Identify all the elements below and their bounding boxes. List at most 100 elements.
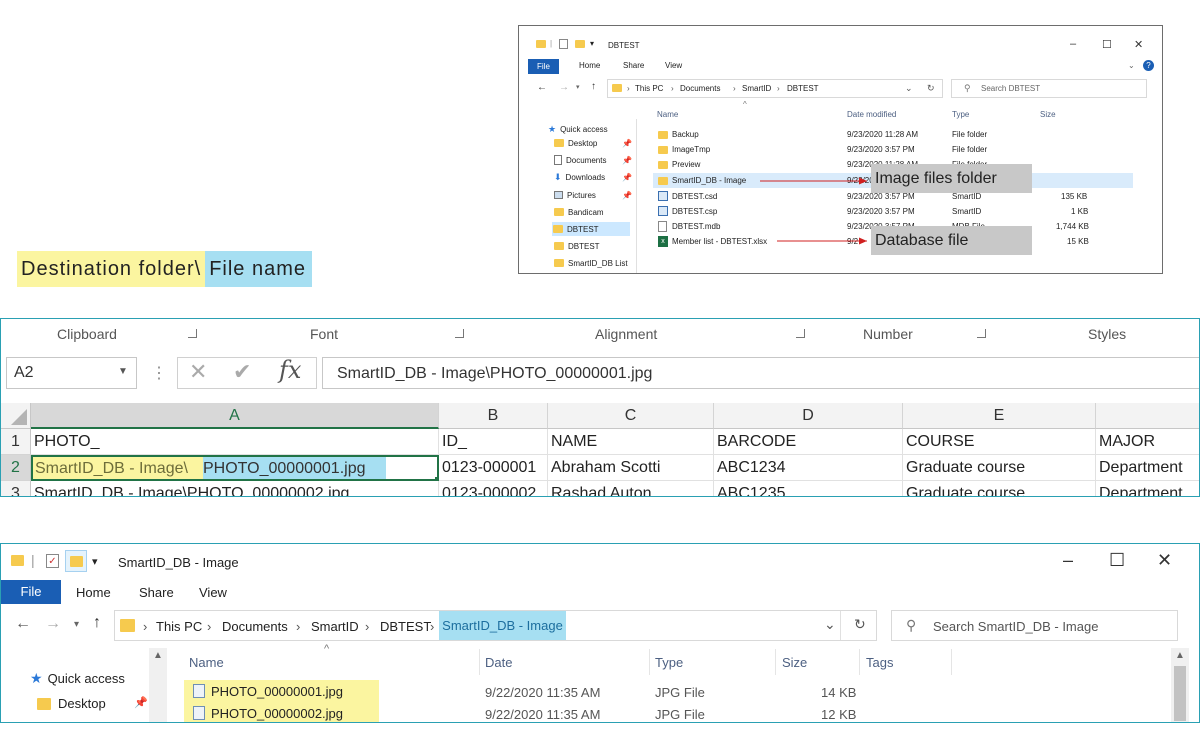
- cell-b2[interactable]: 0123-000001: [439, 455, 548, 481]
- column-header-b[interactable]: B: [439, 403, 548, 429]
- enter-check-icon[interactable]: ✔: [233, 359, 251, 385]
- column-size[interactable]: Size: [782, 655, 807, 670]
- nav-downloads[interactable]: ⬇ Downloads 📌: [554, 170, 632, 184]
- column-header-e[interactable]: E: [903, 403, 1096, 429]
- column-tags[interactable]: Tags: [866, 655, 893, 670]
- scrollbar-thumb[interactable]: [1174, 666, 1186, 721]
- nav-documents[interactable]: Documents 📌: [554, 153, 632, 167]
- tab-home[interactable]: Home: [579, 61, 600, 70]
- nav-dbtest-2[interactable]: DBTEST: [554, 239, 600, 253]
- row-header-3[interactable]: 3: [1, 481, 31, 496]
- column-header-c[interactable]: C: [548, 403, 714, 429]
- forward-arrow-icon[interactable]: →: [559, 82, 569, 93]
- refresh-icon[interactable]: ↻: [854, 616, 866, 633]
- file-row[interactable]: ImageTmp 9/23/2020 3:57 PM File folder: [653, 142, 1133, 157]
- recent-locations-icon[interactable]: ▾: [74, 619, 79, 630]
- breadcrumb-this-pc[interactable]: This PC: [635, 84, 663, 93]
- more-options-icon[interactable]: ⋮: [151, 363, 167, 383]
- cell-b3[interactable]: 0123-000002: [439, 481, 548, 496]
- cell-b1[interactable]: ID_: [439, 429, 548, 455]
- quick-access-toolbar-dropdown-icon[interactable]: ▾: [590, 39, 594, 48]
- row-header-1[interactable]: 1: [1, 429, 31, 455]
- dialog-launcher-icon[interactable]: [796, 329, 805, 338]
- quick-access-toolbar-dropdown-icon[interactable]: ▾: [92, 555, 98, 568]
- column-date-modified[interactable]: Date modified: [847, 110, 896, 119]
- column-date[interactable]: Date: [485, 655, 512, 670]
- nav-quick-access[interactable]: ★ Quick access: [548, 122, 608, 136]
- refresh-icon[interactable]: ↻: [927, 83, 935, 94]
- cell-c3[interactable]: Rashad Auton: [548, 481, 714, 496]
- tab-view[interactable]: View: [199, 585, 227, 600]
- up-arrow-icon[interactable]: ↑: [93, 614, 101, 632]
- properties-icon[interactable]: ✓: [46, 554, 59, 568]
- cell-a3[interactable]: SmartID_DB - Image\PHOTO_00000002.jpg: [31, 481, 439, 496]
- breadcrumb-smartid[interactable]: SmartID: [311, 619, 359, 634]
- scroll-up-icon[interactable]: ▲: [153, 650, 163, 661]
- dialog-launcher-icon[interactable]: [188, 329, 197, 338]
- cell-f1[interactable]: MAJOR: [1096, 429, 1199, 455]
- cell-a2[interactable]: SmartID_DB - Image\ PHOTO_00000001.jpg: [31, 455, 439, 481]
- new-folder-icon[interactable]: [575, 40, 585, 50]
- cell-f3[interactable]: Department: [1096, 481, 1199, 496]
- formula-bar[interactable]: SmartID_DB - Image\PHOTO_00000001.jpg: [322, 357, 1199, 389]
- cell-e2[interactable]: Graduate course: [903, 455, 1096, 481]
- column-header-a[interactable]: A: [31, 403, 439, 429]
- nav-pictures[interactable]: Pictures 📌: [554, 188, 632, 202]
- breadcrumb-documents[interactable]: Documents: [680, 84, 720, 93]
- cancel-icon[interactable]: ✕: [189, 359, 207, 385]
- cell-e3[interactable]: Graduate course: [903, 481, 1096, 496]
- tab-file[interactable]: File: [1, 580, 61, 604]
- column-size[interactable]: Size: [1040, 110, 1056, 119]
- file-row[interactable]: Backup 9/23/2020 11:28 AM File folder: [653, 127, 1133, 142]
- chevron-down-icon[interactable]: ▼: [118, 366, 128, 377]
- cell-c1[interactable]: NAME: [548, 429, 714, 455]
- search-box[interactable]: ⚲ Search SmartID_DB - Image: [891, 610, 1178, 641]
- address-bar[interactable]: › This PC › Documents › SmartID › DBTEST…: [114, 610, 877, 641]
- chevron-down-icon[interactable]: ⌄: [824, 616, 836, 633]
- close-icon[interactable]: ✕: [1134, 38, 1143, 51]
- breadcrumb-documents[interactable]: Documents: [222, 619, 288, 634]
- breadcrumb-smartid[interactable]: SmartID: [742, 84, 771, 93]
- cell-f2[interactable]: Department: [1096, 455, 1199, 481]
- nav-dbtest[interactable]: DBTEST: [552, 222, 630, 236]
- nav-desktop[interactable]: Desktop 📌: [554, 136, 632, 150]
- recent-locations-icon[interactable]: ▾: [576, 83, 580, 91]
- column-header-f[interactable]: [1096, 403, 1199, 429]
- breadcrumb-dbtest[interactable]: DBTEST: [787, 84, 819, 93]
- file-row[interactable]: PHOTO_00000002.jpg: [184, 702, 379, 722]
- name-box[interactable]: A2 ▼: [6, 357, 137, 389]
- search-box[interactable]: ⚲ Search DBTEST: [951, 79, 1147, 98]
- properties-icon[interactable]: [559, 39, 568, 49]
- nav-quick-access[interactable]: ★ Quick access: [30, 670, 125, 687]
- maximize-icon[interactable]: ☐: [1109, 550, 1125, 571]
- back-arrow-icon[interactable]: ←: [537, 82, 547, 93]
- forward-arrow-icon[interactable]: →: [45, 615, 61, 633]
- dialog-launcher-icon[interactable]: [977, 329, 986, 338]
- address-bar[interactable]: › This PC › Documents › SmartID › DBTEST…: [607, 79, 943, 98]
- cell-e1[interactable]: COURSE: [903, 429, 1096, 455]
- nav-smartid-db-list[interactable]: SmartID_DB List: [554, 256, 628, 270]
- tab-share[interactable]: Share: [623, 61, 644, 70]
- row-header-2[interactable]: 2: [1, 455, 31, 481]
- file-row[interactable]: PHOTO_00000001.jpg: [184, 680, 379, 702]
- scrollbar-track[interactable]: [636, 119, 637, 273]
- nav-bandicam[interactable]: Bandicam: [554, 205, 604, 219]
- nav-desktop[interactable]: Desktop: [37, 696, 106, 711]
- scroll-up-icon[interactable]: ▲: [1175, 650, 1185, 661]
- cell-d1[interactable]: BARCODE: [714, 429, 903, 455]
- column-type[interactable]: Type: [655, 655, 683, 670]
- column-name[interactable]: Name: [189, 655, 224, 670]
- breadcrumb-dbtest[interactable]: DBTEST: [380, 619, 431, 634]
- cell-c2[interactable]: Abraham Scotti: [548, 455, 714, 481]
- maximize-icon[interactable]: ☐: [1102, 38, 1112, 51]
- nav-scrollbar[interactable]: ▲: [149, 648, 167, 722]
- help-icon[interactable]: ?: [1143, 60, 1154, 71]
- up-arrow-icon[interactable]: ↑: [591, 81, 596, 92]
- column-header-d[interactable]: D: [714, 403, 903, 429]
- minimize-icon[interactable]: –: [1063, 550, 1073, 571]
- select-all-corner[interactable]: [1, 403, 31, 429]
- tab-file[interactable]: File: [528, 59, 559, 74]
- tab-home[interactable]: Home: [76, 585, 111, 600]
- minimize-icon[interactable]: –: [1070, 38, 1076, 50]
- cell-a1[interactable]: PHOTO_: [31, 429, 439, 455]
